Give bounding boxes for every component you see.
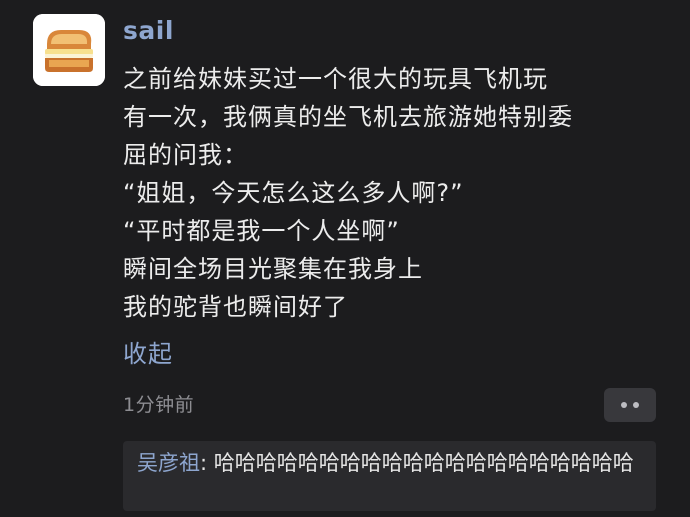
- dot: [633, 402, 639, 408]
- content-line: 我的驼背也瞬间好了: [123, 293, 348, 321]
- collapse-link[interactable]: 收起: [123, 337, 173, 371]
- content-line: “姐姐，今天怎么这么多人啊?”: [123, 179, 464, 207]
- post-content: 之前给妹妹买过一个很大的玩具飞机玩 有一次，我俩真的坐飞机去旅游她特别委 屈的问…: [123, 60, 668, 326]
- comment-author[interactable]: 吴彦祖: [137, 451, 200, 475]
- toast-sandwich-icon: [33, 14, 105, 86]
- post-card: sail 之前给妹妹买过一个很大的玩具飞机玩 有一次，我俩真的坐飞机去旅游她特别…: [0, 0, 690, 517]
- more-dots-icon: [621, 402, 639, 408]
- content-line: 瞬间全场目光聚集在我身上: [123, 255, 423, 283]
- username[interactable]: sail: [123, 14, 174, 48]
- content-line: 有一次，我俩真的坐飞机去旅游她特别委: [123, 103, 573, 131]
- comment-item: 吴彦祖: 哈哈哈哈哈哈哈哈哈哈哈哈哈哈哈哈哈哈哈哈: [137, 448, 642, 478]
- content-line: 之前给妹妹买过一个很大的玩具飞机玩: [123, 65, 548, 93]
- comment-text: 哈哈哈哈哈哈哈哈哈哈哈哈哈哈哈哈哈哈哈哈: [213, 451, 634, 475]
- content-line: “平时都是我一个人坐啊”: [123, 217, 400, 245]
- more-options-button[interactable]: [604, 388, 656, 422]
- content-line: 屈的问我：: [123, 141, 248, 169]
- comment-section: 吴彦祖: 哈哈哈哈哈哈哈哈哈哈哈哈哈哈哈哈哈哈哈哈: [123, 441, 656, 511]
- dot: [621, 402, 627, 408]
- post-timestamp: 1分钟前: [123, 394, 195, 416]
- comment-separator: :: [200, 451, 214, 475]
- avatar[interactable]: [33, 14, 105, 86]
